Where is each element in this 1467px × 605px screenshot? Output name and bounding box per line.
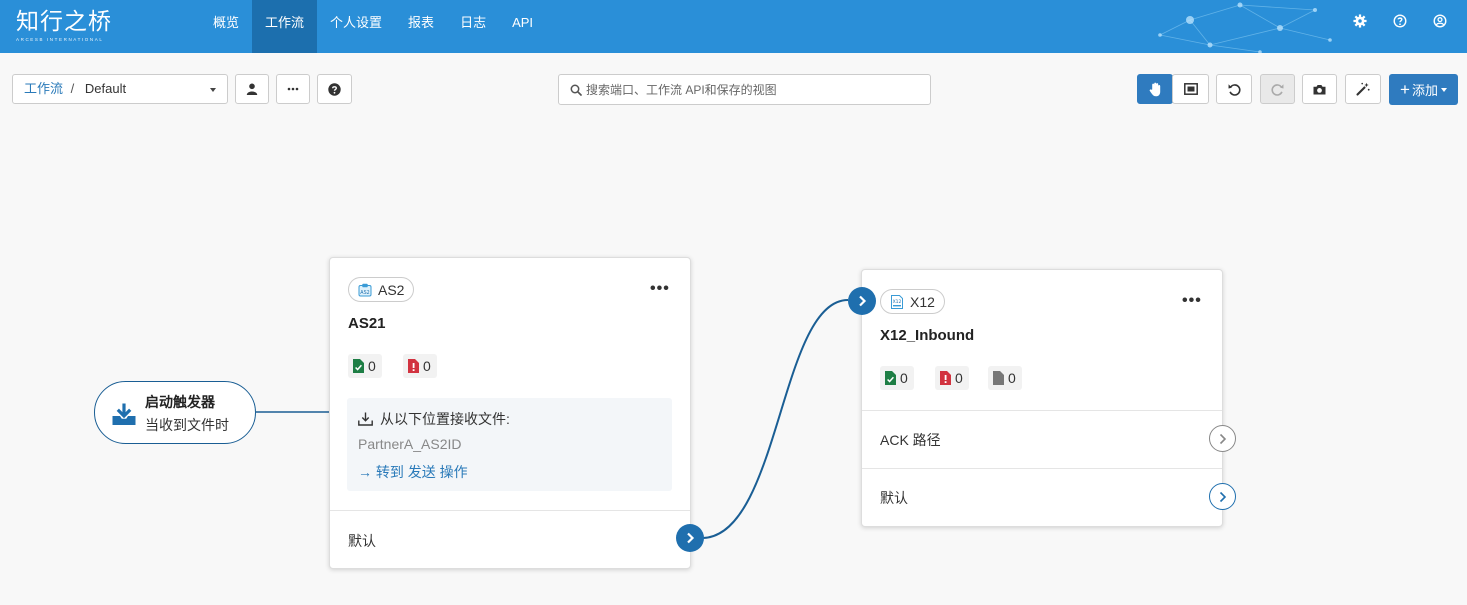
goto-send-link-text: 转到 发送 操作 — [375, 464, 468, 480]
default-output-label: 默认 — [348, 533, 376, 549]
receive-heading: 从以下位置接收文件: — [358, 409, 510, 429]
default-output-port[interactable] — [676, 524, 704, 552]
card-menu-icon[interactable]: ••• — [650, 281, 670, 297]
flow-connectors — [256, 299, 849, 539]
arrow-right-icon: → — [358, 464, 372, 480]
as2-connector-icon: AS2 — [358, 283, 372, 296]
connector-type-chip: X12 X12 — [880, 289, 945, 314]
card-divider — [862, 468, 1222, 469]
card-menu-icon[interactable]: ••• — [1182, 293, 1202, 309]
error-count: 0 — [423, 358, 431, 374]
chevron-right-icon — [1219, 433, 1227, 444]
x12-connector-icon: X12 — [891, 294, 903, 309]
chevron-right-icon — [1219, 491, 1227, 502]
error-count: 0 — [955, 370, 963, 386]
x12-input-port[interactable] — [848, 287, 876, 315]
trigger-title: 启动触发器 — [145, 394, 215, 410]
ack-path-label: ACK 路径 — [880, 432, 941, 448]
default-output-label: 默认 — [880, 490, 908, 506]
pending-count: 0 — [1008, 370, 1016, 386]
ack-path-port[interactable] — [1209, 425, 1236, 452]
default-output-port[interactable] — [1209, 483, 1236, 510]
receive-info-box: 从以下位置接收文件: PartnerA_AS2ID → 转到 发送 操作 — [347, 398, 672, 491]
start-trigger-node[interactable]: 启动触发器 当收到文件时 — [94, 381, 256, 444]
card-divider — [862, 410, 1222, 411]
file-check-icon — [353, 359, 364, 373]
error-count-badge[interactable]: 0 — [935, 366, 969, 390]
file-error-icon — [408, 359, 419, 373]
as2-to-x12-connector[interactable] — [702, 299, 849, 539]
error-count-badge[interactable]: 0 — [403, 354, 437, 378]
file-check-icon — [885, 371, 896, 385]
receive-heading-text: 从以下位置接收文件: — [380, 411, 510, 427]
pending-count-badge[interactable]: 0 — [988, 366, 1022, 390]
chevron-right-icon — [686, 532, 694, 544]
chevron-right-icon — [858, 295, 866, 307]
connector-type-chip: AS2 AS2 — [348, 277, 415, 302]
as2-connector-card[interactable]: AS2 AS2 ••• AS21 0 0 从以下位置接收文件: PartnerA… — [329, 257, 691, 569]
trigger-subtitle: 当收到文件时 — [145, 417, 229, 433]
connector-title[interactable]: X12_Inbound — [880, 327, 974, 344]
goto-send-link[interactable]: → 转到 发送 操作 — [358, 462, 468, 482]
success-count-badge[interactable]: 0 — [348, 354, 382, 378]
file-error-icon — [940, 371, 951, 385]
partner-id: PartnerA_AS2ID — [358, 436, 462, 452]
success-count: 0 — [368, 358, 376, 374]
download-icon — [358, 412, 373, 426]
success-count-badge[interactable]: 0 — [880, 366, 914, 390]
file-icon — [993, 371, 1004, 385]
card-divider — [330, 510, 690, 511]
inbox-download-icon — [112, 403, 136, 425]
svg-text:AS2: AS2 — [360, 290, 369, 296]
connector-type-label: X12 — [910, 293, 935, 310]
success-count: 0 — [900, 370, 908, 386]
connector-title[interactable]: AS21 — [348, 315, 386, 332]
svg-text:X12: X12 — [893, 299, 902, 305]
connector-type-label: AS2 — [378, 281, 405, 298]
x12-connector-card[interactable]: X12 X12 ••• X12_Inbound 0 0 0 ACK 路径 默认 — [861, 269, 1223, 527]
